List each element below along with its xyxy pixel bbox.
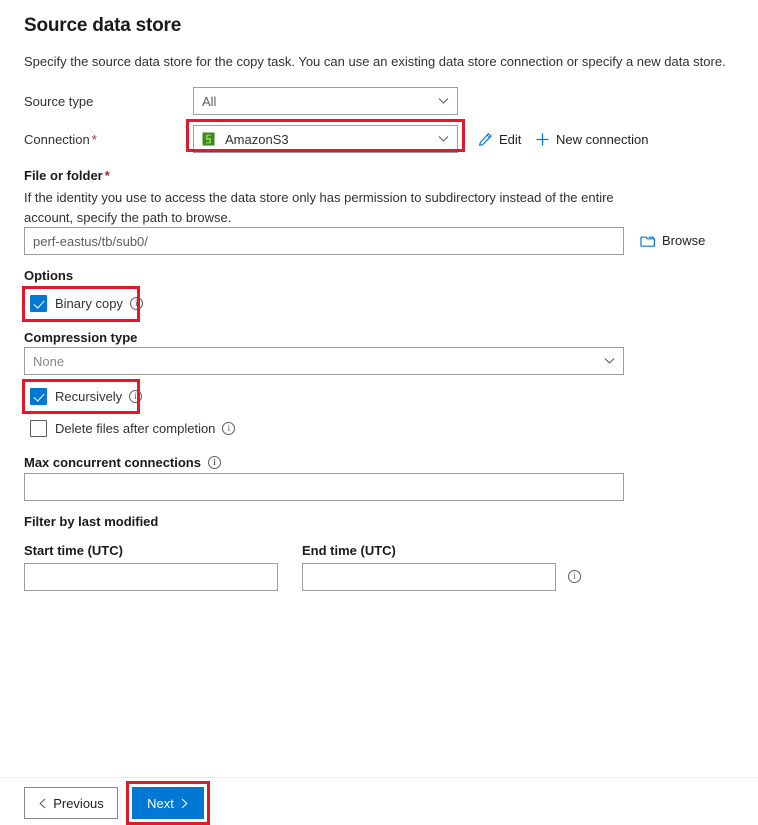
amazon-s3-icon <box>202 132 215 146</box>
new-connection-label: New connection <box>556 132 649 147</box>
source-type-dropdown[interactable]: All <box>193 87 458 115</box>
source-type-value: All <box>202 93 217 109</box>
end-time-input[interactable] <box>302 563 556 591</box>
edit-connection-label: Edit <box>499 132 522 147</box>
compression-type-label: Compression type <box>24 330 138 345</box>
connection-dropdown[interactable]: AmazonS3 <box>193 125 458 153</box>
required-asterisk: * <box>104 168 110 183</box>
connection-value: AmazonS3 <box>225 131 289 147</box>
chevron-left-icon <box>38 798 47 809</box>
next-button[interactable]: Next <box>132 787 204 819</box>
chevron-down-icon <box>438 134 449 145</box>
compression-type-dropdown[interactable]: None <box>24 347 624 375</box>
footer-divider <box>0 777 758 778</box>
max-concurrent-connections-label: Max concurrent connections i <box>24 455 221 470</box>
compression-type-value: None <box>33 353 65 369</box>
recursively-checkbox[interactable] <box>30 388 47 405</box>
recursively-label: Recursively <box>55 389 123 404</box>
source-data-store-page: Source data store Specify the source dat… <box>0 0 758 825</box>
chevron-down-icon <box>438 96 449 107</box>
previous-button[interactable]: Previous <box>24 787 118 819</box>
file-or-folder-input[interactable]: perf-eastus/tb/sub0/ <box>24 227 624 255</box>
options-label: Options <box>24 268 74 283</box>
filter-by-last-modified-label: Filter by last modified <box>24 514 159 529</box>
binary-copy-checkbox[interactable] <box>30 295 47 312</box>
binary-copy-checkbox-row[interactable]: Binary copy i <box>30 295 143 312</box>
connection-label: Connection * <box>24 132 97 147</box>
start-time-input[interactable] <box>24 563 278 591</box>
info-icon[interactable]: i <box>222 422 236 435</box>
binary-copy-label: Binary copy <box>55 296 123 311</box>
chevron-right-icon <box>180 798 189 809</box>
plus-icon <box>535 132 550 147</box>
info-icon[interactable]: i <box>568 570 581 583</box>
required-asterisk: * <box>91 132 97 147</box>
folder-icon <box>640 234 656 248</box>
file-or-folder-value: perf-eastus/tb/sub0/ <box>33 233 148 249</box>
recursively-checkbox-row[interactable]: Recursively i <box>30 388 143 405</box>
end-time-label: End time (UTC) <box>302 543 396 558</box>
max-concurrent-connections-input[interactable] <box>24 473 624 501</box>
page-title: Source data store <box>24 15 182 36</box>
delete-files-checkbox-row[interactable]: Delete files after completion i <box>30 420 236 437</box>
info-icon[interactable]: i <box>129 390 143 403</box>
edit-connection-button[interactable]: Edit <box>478 132 521 147</box>
delete-files-checkbox[interactable] <box>30 420 47 437</box>
new-connection-button[interactable]: New connection <box>535 132 649 147</box>
browse-label: Browse <box>662 233 706 248</box>
info-icon[interactable]: i <box>207 456 221 469</box>
file-or-folder-label: File or folder * <box>24 168 110 183</box>
source-type-label: Source type <box>24 94 94 109</box>
chevron-down-icon <box>604 356 615 367</box>
pencil-icon <box>478 132 493 147</box>
info-icon[interactable]: i <box>129 297 143 310</box>
delete-files-label: Delete files after completion <box>55 421 216 436</box>
next-label: Next <box>147 795 174 811</box>
page-description: Specify the source data store for the co… <box>24 54 726 69</box>
start-time-label: Start time (UTC) <box>24 543 123 558</box>
browse-button[interactable]: Browse <box>640 233 705 248</box>
file-or-folder-help: If the identity you use to access the da… <box>24 190 614 225</box>
previous-label: Previous <box>53 795 104 811</box>
